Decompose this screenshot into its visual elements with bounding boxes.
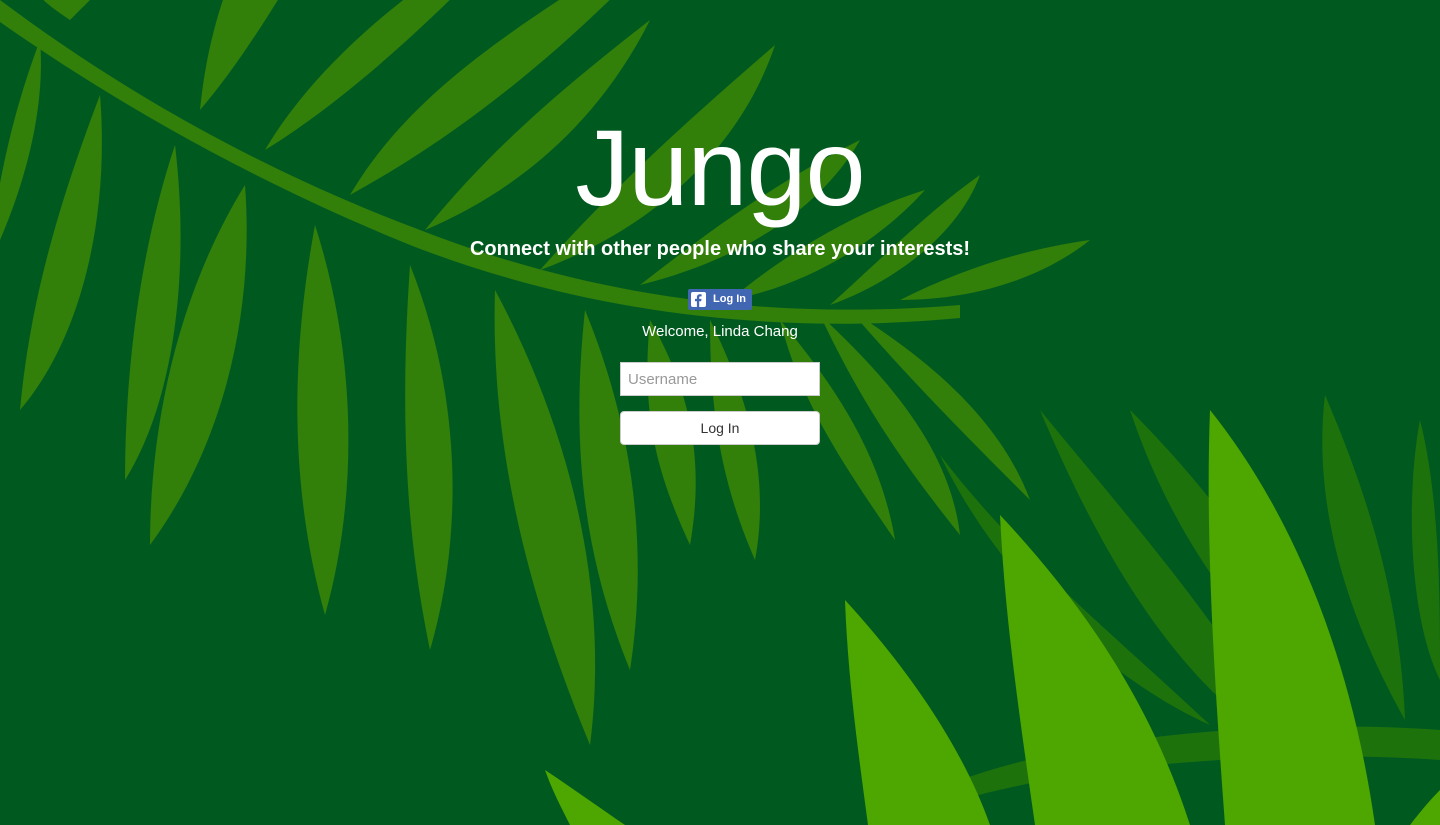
facebook-login-label: Log In <box>713 293 746 305</box>
username-input[interactable] <box>620 362 820 396</box>
tagline: Connect with other people who share your… <box>469 238 971 260</box>
facebook-login-button[interactable]: Log In <box>688 289 752 310</box>
welcome-message: Welcome, Linda Chang <box>642 323 798 340</box>
facebook-f-icon <box>691 292 706 307</box>
login-page: Jungo Connect with other people who shar… <box>0 0 1440 825</box>
app-title: Jungo <box>575 107 865 228</box>
login-button[interactable]: Log In <box>620 411 820 445</box>
